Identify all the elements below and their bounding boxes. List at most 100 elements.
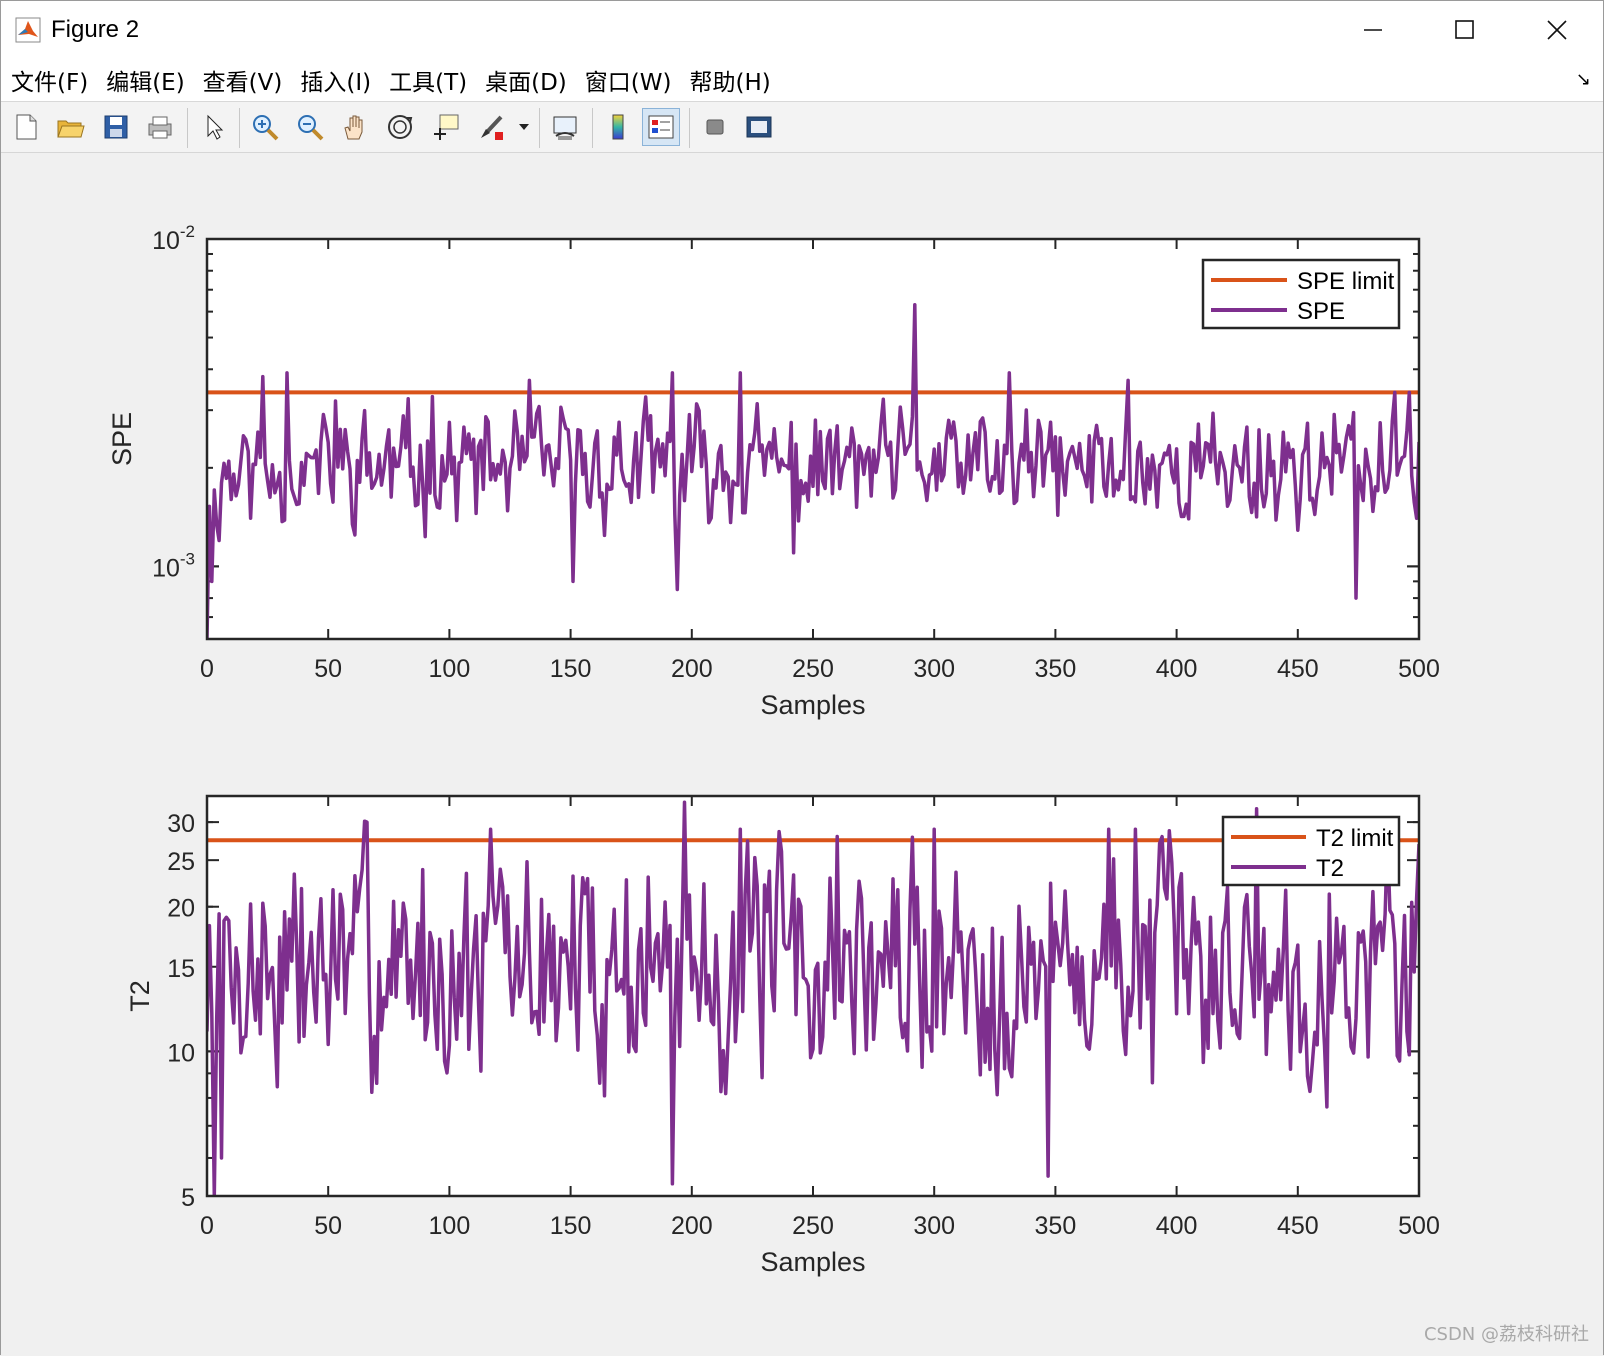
chevron-down-icon [519, 124, 529, 130]
print-icon [148, 116, 172, 139]
menu-window[interactable]: 窗口(W) [575, 63, 680, 97]
x-tick-label: 350 [1035, 655, 1077, 683]
select-button[interactable] [195, 108, 233, 146]
x-tick-label: 0 [200, 655, 214, 683]
toolbar-separator [689, 108, 690, 148]
window-title: Figure 2 [51, 16, 140, 43]
x-tick-label: 100 [429, 1212, 471, 1240]
x-tick-label: 200 [671, 655, 713, 683]
close-icon [1547, 20, 1567, 40]
x-axis-label: Samples [760, 1247, 865, 1277]
legend-icon [648, 115, 674, 139]
menu-tools[interactable]: 工具(T) [379, 63, 475, 97]
y-axis-label: SPE [107, 412, 137, 466]
link-plot-button[interactable] [546, 108, 584, 146]
x-tick-label: 150 [550, 655, 592, 683]
menu-help[interactable]: 帮助(H) [679, 63, 778, 97]
data-cursor-button[interactable] [426, 108, 464, 146]
x-tick-label: 450 [1277, 655, 1319, 683]
t2-axes[interactable]: 0 50 100 150 200 250 300 350 400 450 500 5 10 15 20 25 3… [125, 794, 1440, 1277]
pan-button[interactable] [336, 108, 374, 146]
pan-hand-icon [344, 115, 363, 140]
x-tick-label: 50 [314, 655, 342, 683]
show-plot-tools-button[interactable] [740, 108, 778, 146]
toolbar-separator [187, 108, 188, 148]
x-tick-label: 100 [429, 655, 471, 683]
menu-edit[interactable]: 编辑(E) [96, 63, 192, 97]
colorbar-button[interactable] [599, 108, 637, 146]
x-tick-label: 400 [1156, 1212, 1198, 1240]
show-plot-tools-icon [746, 116, 772, 138]
x-tick-label: 300 [913, 1212, 955, 1240]
zoom-in-icon [253, 115, 279, 141]
minimize-icon [1364, 29, 1382, 31]
figure-toolbar [1, 102, 1603, 153]
menu-desktop[interactable]: 桌面(D) [475, 63, 575, 97]
rotate-3d-icon [388, 115, 413, 139]
y-tick-label: 10-3 [152, 549, 195, 582]
toolbar-separator [239, 108, 240, 148]
x-tick-label: 500 [1398, 1212, 1440, 1240]
save-icon [104, 115, 128, 139]
save-button[interactable] [97, 108, 135, 146]
menu-file[interactable]: 文件(F) [1, 63, 96, 97]
y-tick-label: 20 [167, 895, 195, 923]
x-tick-label: 250 [792, 1212, 834, 1240]
y-tick-label: 10-2 [152, 222, 195, 255]
close-button[interactable] [1511, 1, 1603, 59]
y-tick-label: 25 [167, 848, 195, 876]
toolbar-separator [592, 108, 593, 148]
spe-axes[interactable]: 0 50 100 150 200 250 300 350 400 450 500 10-2 10-3 Sa… [107, 222, 1440, 720]
brush-button[interactable] [473, 108, 511, 146]
x-tick-label: 0 [200, 1212, 214, 1240]
hide-plot-tools-icon [706, 119, 724, 135]
title-bar: Figure 2 [1, 1, 1603, 59]
x-tick-label: 400 [1156, 655, 1198, 683]
new-figure-button[interactable] [7, 108, 45, 146]
maximize-button[interactable] [1419, 1, 1511, 59]
x-tick-label: 500 [1398, 655, 1440, 683]
x-tick-label: 150 [550, 1212, 592, 1240]
maximize-icon [1455, 20, 1474, 39]
figure-window: Figure 2 文件(F) 编辑(E) 查看(V) 插入(I) 工具(T) 桌… [0, 0, 1604, 1356]
open-button[interactable] [51, 108, 89, 146]
open-folder-icon [57, 120, 85, 138]
menu-bar: 文件(F) 编辑(E) 查看(V) 插入(I) 工具(T) 桌面(D) 窗口(W… [1, 59, 1603, 102]
menu-insert[interactable]: 插入(I) [290, 63, 379, 97]
rotate-button[interactable] [381, 108, 419, 146]
y-tick-label: 30 [167, 810, 195, 838]
zoom-out-button[interactable] [291, 108, 329, 146]
x-tick-label: 50 [314, 1212, 342, 1240]
x-tick-label: 300 [913, 655, 955, 683]
zoom-in-button[interactable] [246, 108, 284, 146]
new-figure-icon [16, 114, 37, 140]
y-tick-label: 15 [167, 955, 195, 983]
brush-dropdown[interactable] [513, 108, 535, 146]
y-axis-label: T2 [125, 980, 155, 1012]
brush-icon [481, 115, 503, 140]
link-plot-icon [553, 116, 577, 140]
legend-entry: T2 limit [1316, 825, 1394, 852]
print-button[interactable] [141, 108, 179, 146]
hide-plot-tools-button[interactable] [696, 108, 734, 146]
x-tick-label: 450 [1277, 1212, 1319, 1240]
legend-button[interactable] [642, 108, 680, 146]
y-tick-label: 5 [181, 1184, 195, 1212]
watermark: CSDN @荔枝科研社 [1423, 1324, 1589, 1345]
figure-canvas[interactable]: 0 50 100 150 200 250 300 350 400 450 500 10-2 10-3 Sa… [1, 153, 1603, 1356]
x-axis-label: Samples [760, 690, 865, 720]
matlab-logo-icon [15, 17, 41, 43]
legend-entry: SPE [1297, 298, 1345, 325]
legend-entry: SPE limit [1297, 268, 1395, 295]
x-tick-label: 250 [792, 655, 834, 683]
pointer-icon [207, 114, 224, 140]
figure-plots: 0 50 100 150 200 250 300 350 400 450 50010-210-3Sa… [107, 222, 1440, 1277]
minimize-button[interactable] [1327, 1, 1419, 59]
colorbar-icon [612, 114, 624, 140]
toolbar-separator [539, 108, 540, 148]
data-cursor-icon [434, 114, 459, 140]
dock-arrow-icon[interactable]: ↘ [1576, 69, 1591, 90]
menu-view[interactable]: 查看(V) [193, 63, 291, 97]
x-tick-label: 350 [1035, 1212, 1077, 1240]
zoom-out-icon [298, 115, 324, 141]
